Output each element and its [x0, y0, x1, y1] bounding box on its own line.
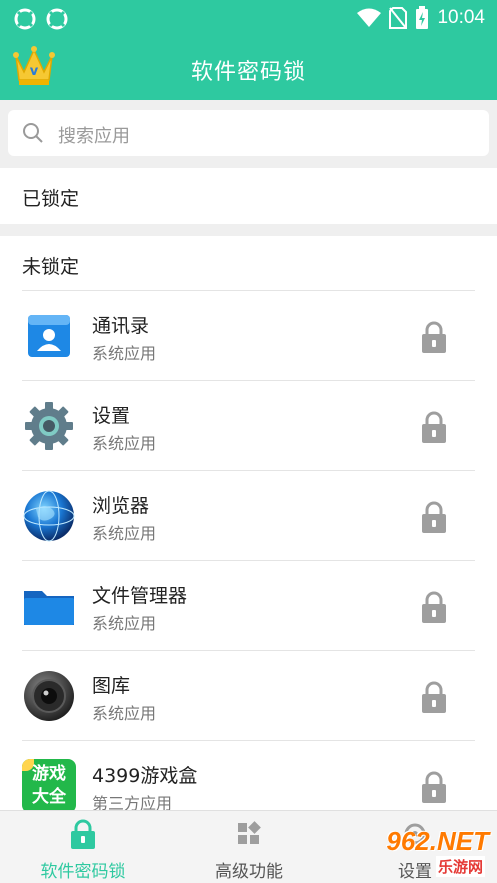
game-box-icon-text-top: 游戏	[32, 764, 66, 784]
lock-icon[interactable]	[421, 771, 447, 803]
app-name: 通讯录	[92, 315, 150, 337]
status-bar: 10:04	[0, 0, 497, 36]
watermark-text-bottom: 乐游网	[435, 856, 485, 877]
locked-section-title: 已锁定	[22, 188, 80, 210]
app-name: 4399游戏盒	[92, 765, 198, 787]
browser-globe-icon	[23, 490, 75, 542]
list-item[interactable]: 浏览器 系统应用	[22, 470, 475, 560]
unlocked-section-title: 未锁定	[22, 256, 80, 278]
lock-icon[interactable]	[421, 411, 447, 443]
lock-icon[interactable]	[421, 591, 447, 623]
list-item[interactable]: 游戏 大全 4399游戏盒 第三方应用	[22, 740, 475, 810]
gallery-camera-icon	[24, 671, 74, 721]
no-sim-icon	[389, 7, 408, 29]
unlocked-section: 未锁定 通讯录 系统应用 设置 系统应用 浏览器 系统应用 文件管理器 系统应用…	[0, 236, 497, 810]
app-name: 图库	[92, 675, 131, 697]
tab-app-lock[interactable]: 软件密码锁	[0, 811, 166, 883]
locked-section: 已锁定	[0, 168, 497, 224]
app-type: 系统应用	[92, 704, 157, 723]
lock-icon[interactable]	[421, 501, 447, 533]
app-type: 系统应用	[92, 524, 157, 543]
watermark-logo: 962.NET 乐游网	[369, 826, 489, 878]
page-title: 软件密码锁	[190, 60, 306, 85]
contacts-icon	[28, 315, 70, 357]
settings-gear-icon	[25, 402, 73, 450]
tab-label: 高级功能	[215, 862, 283, 882]
grid-icon	[238, 821, 261, 844]
app-type: 系统应用	[92, 434, 157, 453]
list-item[interactable]: 图库 系统应用	[22, 650, 475, 740]
lock-icon	[71, 819, 95, 849]
battery-charging-icon	[416, 6, 429, 29]
app-name: 文件管理器	[92, 585, 188, 607]
game-box-icon-text-bottom: 大全	[32, 787, 66, 807]
search-input[interactable]: 搜索应用	[8, 110, 489, 156]
app-name: 设置	[92, 405, 131, 427]
app-list: 通讯录 系统应用 设置 系统应用 浏览器 系统应用 文件管理器 系统应用 图库 …	[0, 290, 497, 810]
app-type: 第三方应用	[92, 794, 173, 810]
list-item[interactable]: 文件管理器 系统应用	[22, 560, 475, 650]
tab-label: 软件密码锁	[40, 862, 126, 882]
tab-advanced[interactable]: 高级功能	[166, 811, 332, 883]
game-box-icon: 游戏 大全	[22, 759, 76, 810]
folder-icon	[24, 591, 74, 625]
app-bar: v 软件密码锁	[0, 36, 497, 100]
watermark-text-top: 962.NET	[386, 826, 489, 856]
sync-notification-icon	[14, 8, 36, 30]
sync-notification-icon-2	[46, 8, 68, 30]
wifi-icon	[357, 8, 382, 27]
app-type: 系统应用	[92, 614, 157, 633]
search-area: 搜索应用	[0, 100, 497, 166]
search-icon	[23, 123, 43, 143]
search-placeholder: 搜索应用	[58, 126, 130, 147]
lock-icon[interactable]	[421, 681, 447, 713]
list-item[interactable]: 通讯录 系统应用	[22, 290, 475, 380]
status-time: 10:04	[437, 7, 485, 28]
app-type: 系统应用	[92, 344, 157, 363]
lock-icon[interactable]	[421, 321, 447, 353]
list-item[interactable]: 设置 系统应用	[22, 380, 475, 470]
app-name: 浏览器	[92, 495, 150, 517]
